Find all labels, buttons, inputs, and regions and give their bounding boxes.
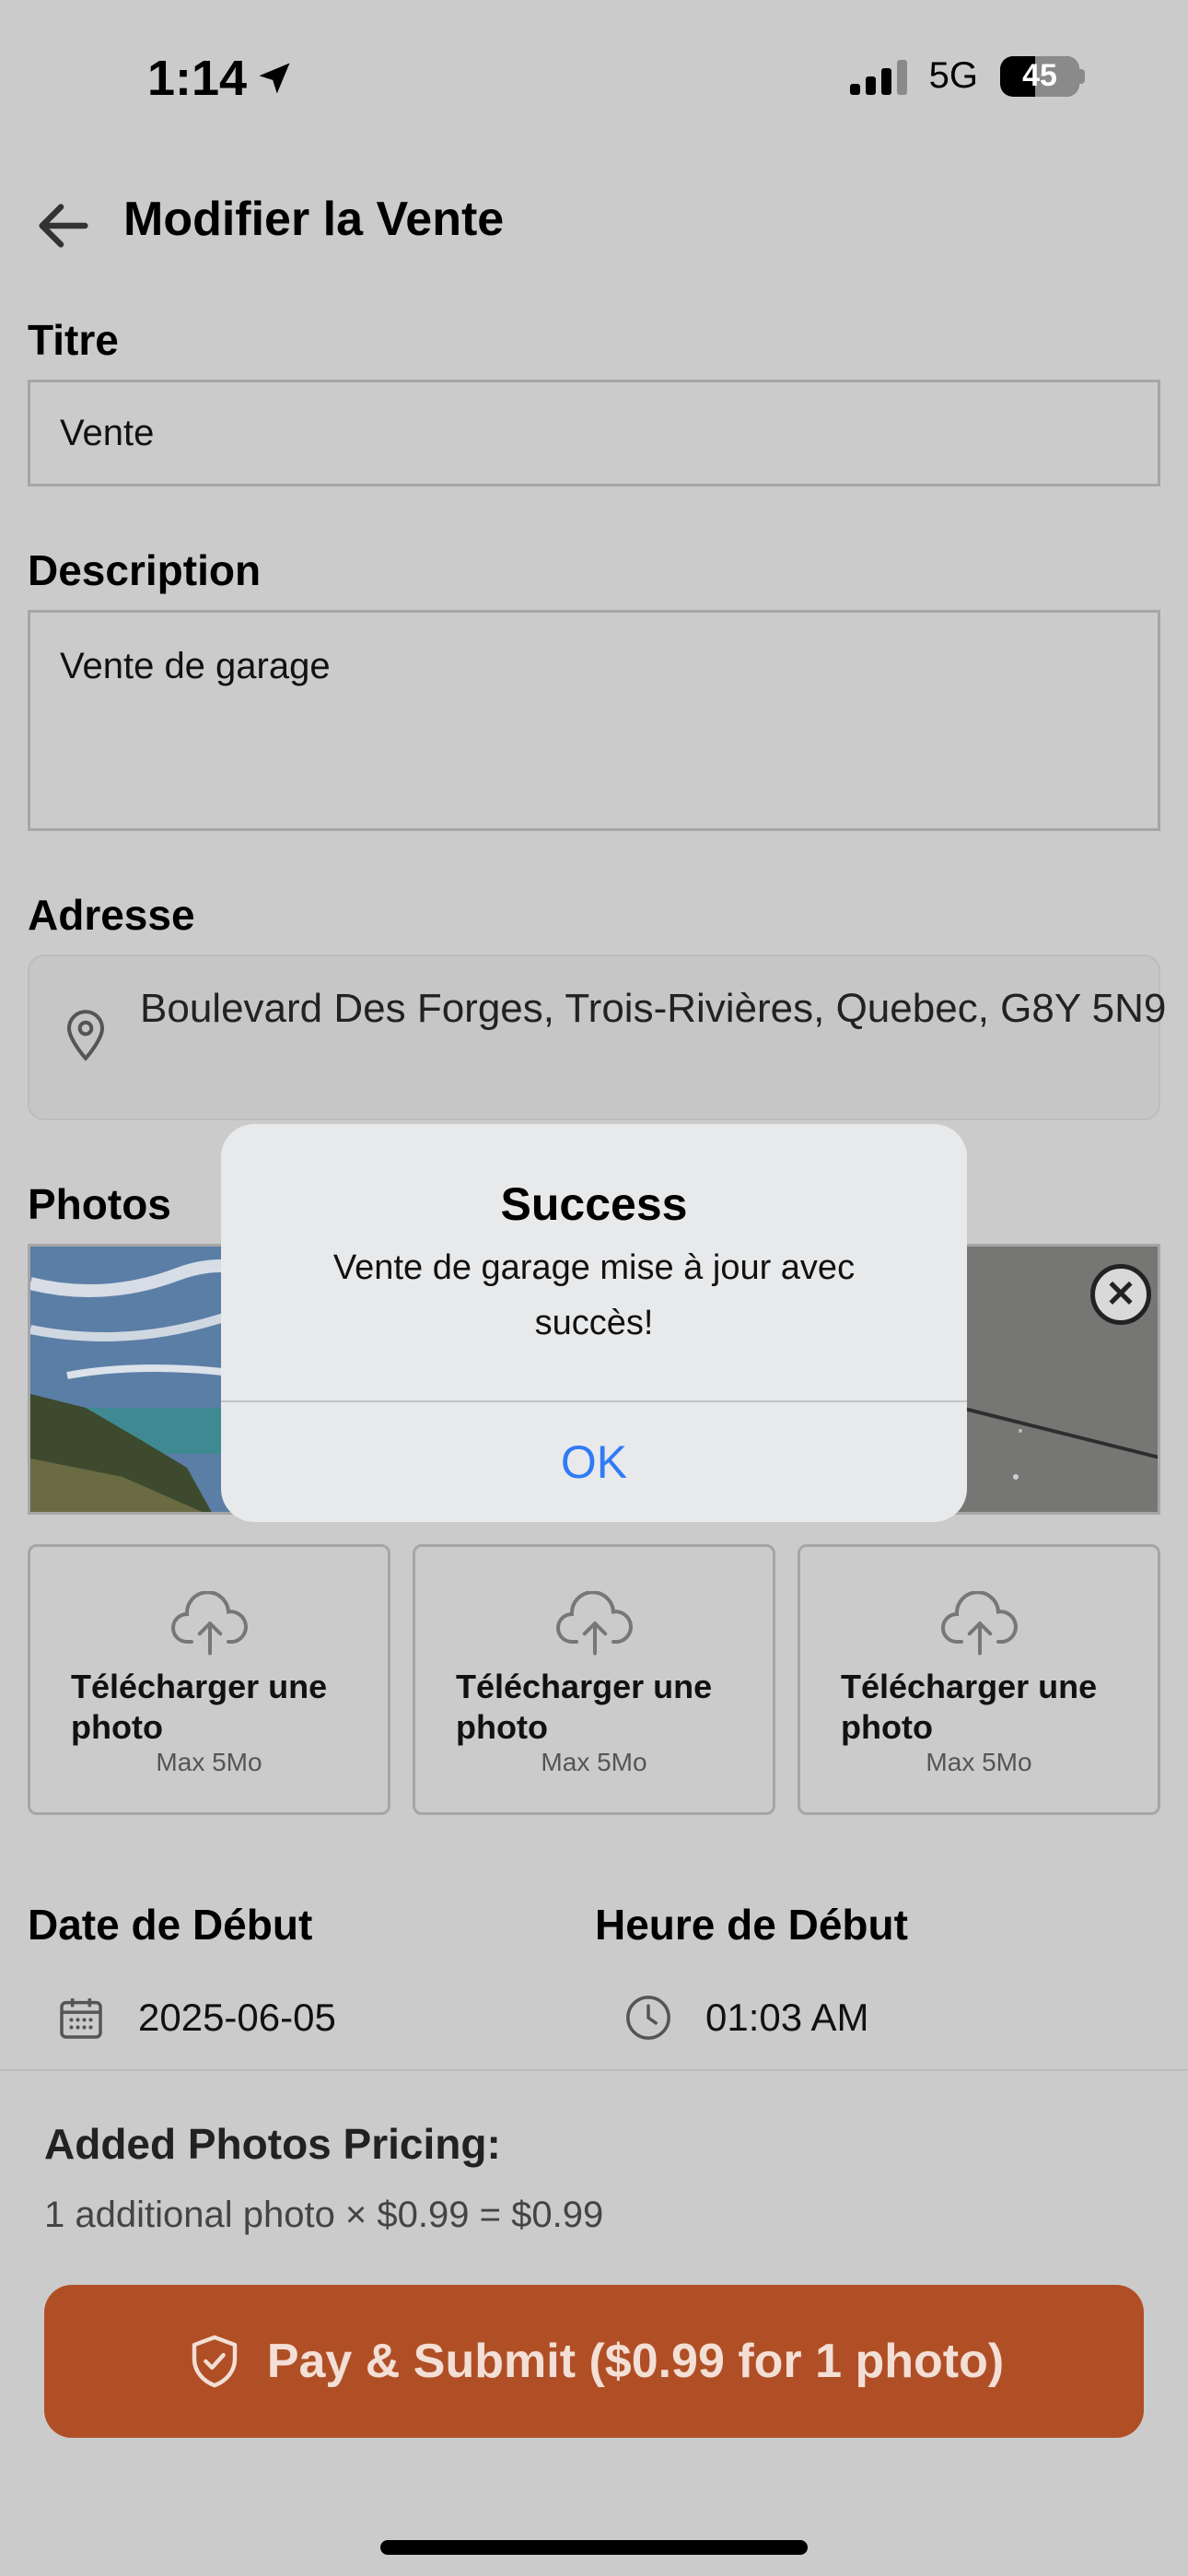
start-time-picker[interactable]: 01:03 AM [623,1992,868,2043]
divider [0,2069,1188,2071]
start-time-value: 01:03 AM [705,1996,869,2039]
title-label: Titre [28,316,119,364]
start-date-value: 2025-06-05 [138,1996,336,2039]
description-input[interactable]: Vente de garage [28,610,1160,831]
upload-max-size: Max 5Mo [926,1748,1032,1776]
status-indicators: 5G 45 [849,55,1085,97]
close-icon: ✕ [1105,1274,1136,1315]
cloud-upload-icon [171,1591,248,1656]
location-arrow-icon [259,63,290,94]
pricing-line: 1 additional photo × $0.99 = $0.99 [44,2195,604,2235]
success-alert: Success Vente de garage mise à jour avec… [221,1124,967,1522]
cloud-upload-icon [556,1591,633,1656]
upload-photo-button-1[interactable]: Télécharger une photo Max 5Mo [28,1544,390,1815]
upload-label: Télécharger une photo [456,1668,713,1746]
title-input-value: Vente [60,412,155,453]
upload-max-size: Max 5Mo [541,1748,647,1776]
address-label: Adresse [28,891,195,939]
pay-submit-button[interactable]: Pay & Submit ($0.99 for 1 photo) [44,2285,1144,2438]
home-indicator[interactable] [380,2540,808,2555]
alert-ok-button[interactable]: OK [221,1402,967,1522]
alert-message: Vente de garage mise à jour avec succès! [332,1248,856,1342]
location-pin-icon [66,1010,105,1061]
signal-icon [849,58,907,95]
battery-level: 45 [1022,58,1057,93]
network-type: 5G [928,55,978,96]
upload-label: Télécharger une photo [71,1668,328,1746]
photos-label: Photos [28,1180,171,1228]
start-time-label: Heure de Début [595,1901,908,1949]
cloud-upload-icon [941,1591,1018,1656]
upload-photo-button-2[interactable]: Télécharger une photo Max 5Mo [413,1544,775,1815]
battery-icon: 45 [1000,55,1079,97]
start-date-picker[interactable]: 2025-06-05 [55,1992,336,2043]
title-input[interactable]: Vente [28,380,1160,486]
clock-icon [626,1996,670,2040]
address-value: Boulevard Des Forges, Trois-Rivières, Qu… [140,986,1167,1031]
address-field[interactable] [28,954,1160,1120]
upload-photo-button-3[interactable]: Télécharger une photo Max 5Mo [798,1544,1160,1815]
page-title: Modifier la Vente [123,193,505,246]
status-time: 1:14 [147,50,295,107]
back-arrow-icon[interactable] [31,193,96,258]
calendar-icon [60,1998,102,2039]
start-date-label: Date de Début [28,1901,313,1949]
alert-title: Success [500,1178,688,1230]
description-label: Description [28,546,262,594]
status-time-text: 1:14 [147,51,248,106]
pay-submit-label: Pay & Submit ($0.99 for 1 photo) [266,2335,1005,2388]
remove-photo-button[interactable]: ✕ [1090,1264,1151,1325]
pricing-title: Added Photos Pricing: [44,2120,501,2168]
upload-max-size: Max 5Mo [156,1748,262,1776]
upload-label: Télécharger une photo [841,1668,1098,1746]
description-input-value: Vente de garage [60,646,331,686]
shield-check-icon [192,2335,238,2388]
